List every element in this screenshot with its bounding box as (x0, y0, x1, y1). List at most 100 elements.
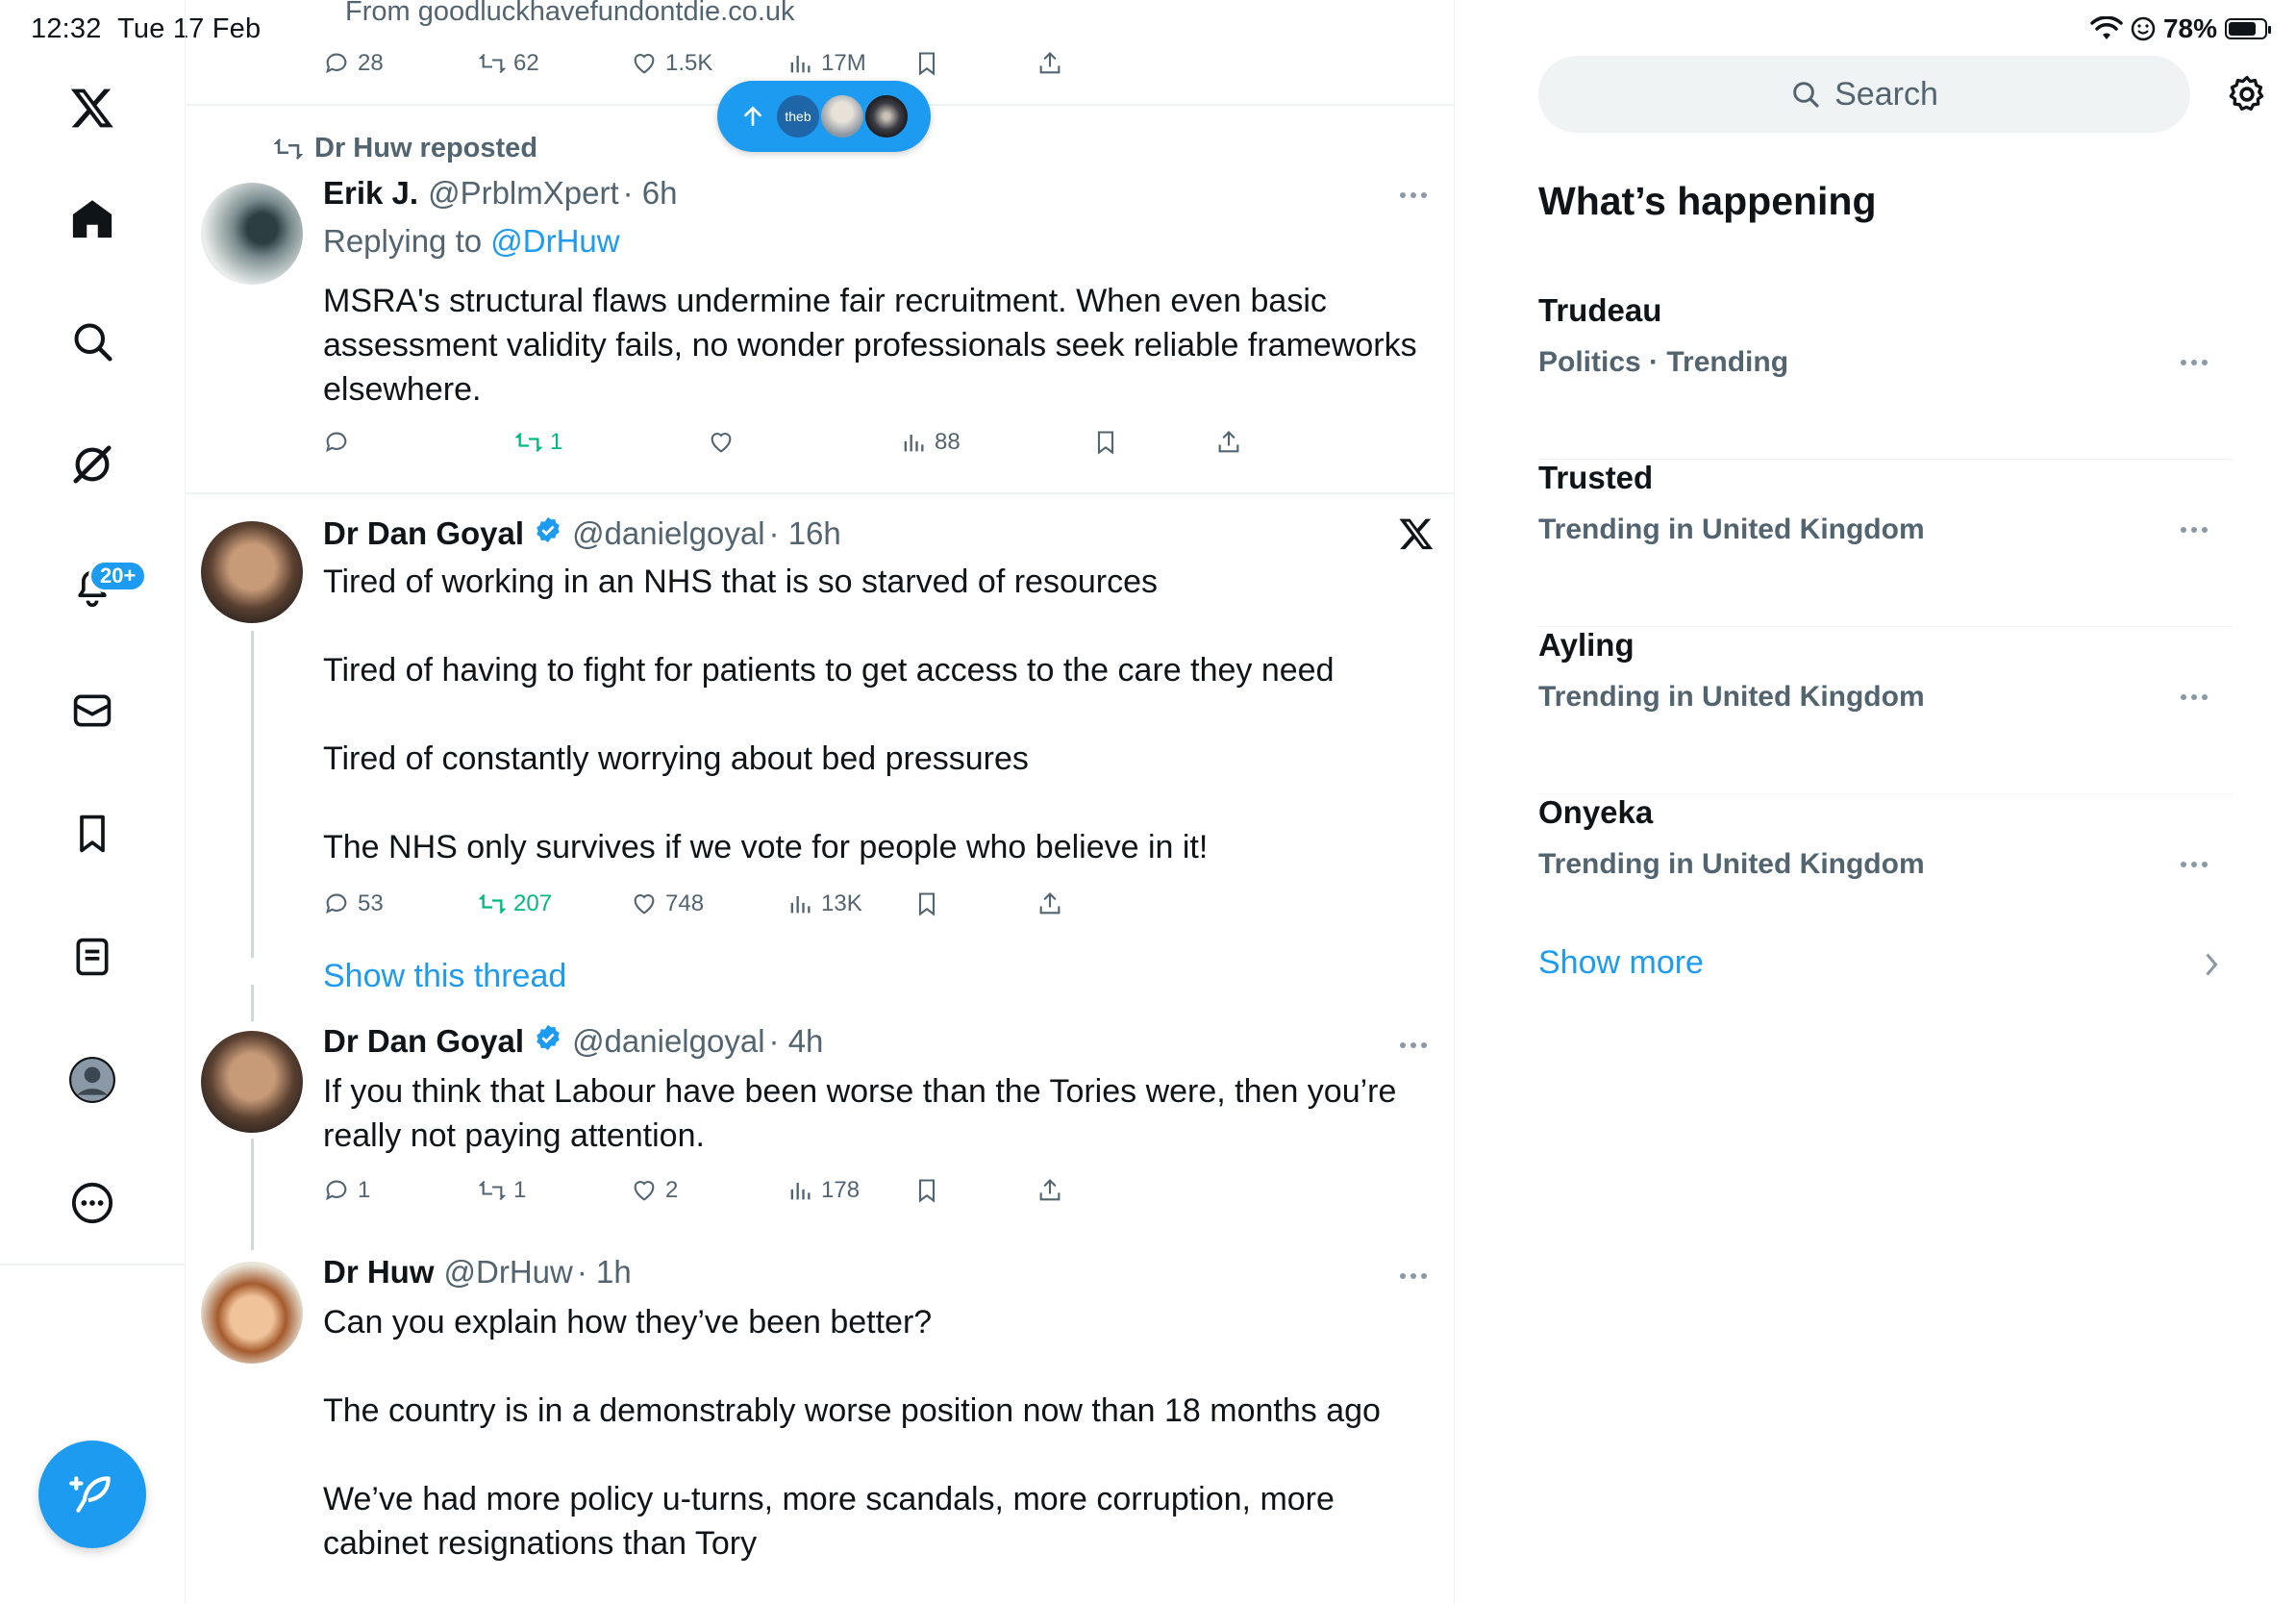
trend-more-button[interactable] (2181, 860, 2215, 869)
tweet-actions: 1 1 2 178 (323, 1177, 1285, 1212)
arrow-up-icon (744, 106, 761, 126)
profile-avatar-icon[interactable] (65, 1053, 119, 1107)
more-options-icon[interactable] (65, 1176, 119, 1230)
bookmark-button[interactable] (913, 890, 940, 917)
reply-button[interactable]: 1 (323, 1177, 370, 1204)
reposted-label: Dr Huw reposted (274, 133, 537, 164)
tweet-time: · 6h (622, 175, 678, 211)
thread-line (251, 631, 254, 958)
rail-divider (0, 1264, 186, 1266)
trend-item[interactable]: Trusted Trending in United Kingdom (1538, 460, 2233, 627)
trend-item[interactable]: Ayling Trending in United Kingdom (1538, 627, 2233, 794)
views-button[interactable]: 13K (786, 890, 862, 917)
author-handle[interactable]: @danielgoyal (572, 515, 764, 552)
settings-gear-icon[interactable] (2226, 73, 2268, 115)
whats-happening-title: What’s happening (1538, 179, 1877, 223)
search-placeholder: Search (1834, 75, 1938, 113)
trend-more-button[interactable] (2181, 525, 2215, 535)
bookmark-button[interactable] (1092, 429, 1119, 456)
views-chart-icon (790, 895, 811, 914)
trend-name: Trudeau (1538, 292, 1662, 328)
share-button[interactable] (1036, 1177, 1063, 1204)
author-handle[interactable]: @PrblmXpert (428, 175, 619, 212)
lists-icon[interactable] (65, 930, 119, 984)
tweet-actions: 53 207 748 13K (323, 890, 1285, 925)
author-handle[interactable]: @danielgoyal (572, 1023, 764, 1060)
repost-button[interactable]: 1 (479, 1177, 526, 1204)
show-more-link[interactable]: Show more (1538, 944, 1704, 982)
reply-icon (326, 1180, 347, 1201)
avatar[interactable] (201, 183, 303, 285)
bookmark-icon (918, 52, 936, 76)
explore-search-icon[interactable] (65, 314, 119, 368)
replying-to: Replying to @DrHuw (323, 223, 620, 259)
grok-icon[interactable] (65, 438, 119, 491)
like-button[interactable]: 1.5K (631, 50, 712, 77)
tweet-header: Dr Dan Goyal @danielgoyal · 16h (323, 515, 841, 552)
trend-name: Onyeka (1538, 794, 1654, 830)
heart-icon (711, 433, 732, 453)
tweet-separator (186, 492, 1454, 494)
bookmark-button[interactable] (913, 50, 940, 77)
trend-more-button[interactable] (2181, 358, 2215, 367)
trend-item[interactable]: Trudeau Politics · Trending (1538, 292, 2233, 460)
share-icon (1039, 1179, 1061, 1201)
views-button[interactable]: 88 (900, 429, 961, 456)
repost-icon (479, 893, 506, 915)
avatar[interactable] (201, 521, 303, 623)
tweet-text: If you think that Labour have been worse… (323, 1073, 1397, 1154)
chevron-right-icon[interactable] (2201, 950, 2222, 979)
trend-name: Trusted (1538, 460, 1654, 495)
replying-to-link[interactable]: @DrHuw (490, 223, 619, 259)
thread-line (251, 985, 254, 1021)
trend-context: Trending in United Kingdom (1538, 514, 1925, 545)
share-icon (1039, 52, 1061, 74)
reply-button[interactable]: 53 (323, 890, 384, 917)
trend-more-button[interactable] (2181, 692, 2215, 702)
show-thread-link[interactable]: Show this thread (323, 954, 566, 998)
author-name[interactable]: Dr Dan Goyal (323, 1023, 524, 1060)
reply-button[interactable] (323, 429, 358, 456)
author-name[interactable]: Dr Dan Goyal (323, 515, 524, 552)
author-name[interactable]: Dr Huw (323, 1254, 435, 1291)
views-chart-icon (790, 1182, 811, 1200)
avatar[interactable] (201, 1262, 303, 1364)
reply-button[interactable]: 28 (323, 50, 384, 77)
tweet-more-button[interactable] (1400, 190, 1435, 200)
views-button[interactable]: 17M (786, 50, 866, 77)
x-logo-icon[interactable] (65, 81, 119, 135)
heart-icon (634, 1181, 655, 1201)
repost-button[interactable]: 62 (479, 50, 539, 77)
like-button[interactable]: 748 (631, 890, 704, 917)
repost-icon (479, 1180, 506, 1201)
pill-avatar-1: theb (775, 93, 821, 139)
tweet-time: · 4h (768, 1023, 824, 1059)
compose-post-button[interactable] (38, 1441, 146, 1548)
top-tweet-actions: 28 62 1.5K 17M (323, 50, 1285, 85)
share-button[interactable] (1036, 890, 1063, 917)
like-button[interactable] (708, 429, 742, 456)
author-name[interactable]: Erik J. (323, 175, 418, 212)
home-icon[interactable] (65, 192, 119, 246)
tweet-more-button[interactable] (1400, 1271, 1435, 1281)
trend-item[interactable]: Onyeka Trending in United Kingdom (1538, 794, 2233, 962)
like-button[interactable]: 2 (631, 1177, 678, 1204)
search-input[interactable]: Search (1538, 56, 2190, 133)
tweet-more-button[interactable] (1400, 1040, 1435, 1050)
avatar[interactable] (201, 1031, 303, 1133)
repost-button[interactable]: 207 (479, 890, 552, 917)
views-button[interactable]: 178 (786, 1177, 860, 1204)
share-button[interactable] (1036, 50, 1063, 77)
x-logo-icon[interactable] (1398, 515, 1435, 552)
author-handle[interactable]: @DrHuw (444, 1254, 573, 1291)
bookmark-button[interactable] (913, 1177, 940, 1204)
new-posts-pill[interactable]: theb (717, 81, 931, 152)
left-rail: 20+ (0, 0, 186, 1604)
messages-envelope-icon[interactable] (65, 684, 119, 738)
bookmarks-icon[interactable] (65, 807, 119, 861)
repost-button[interactable]: 1 (515, 429, 562, 456)
heart-icon (634, 54, 655, 74)
share-button[interactable] (1215, 429, 1242, 456)
share-icon (1039, 892, 1061, 915)
search-icon (1793, 82, 1819, 108)
